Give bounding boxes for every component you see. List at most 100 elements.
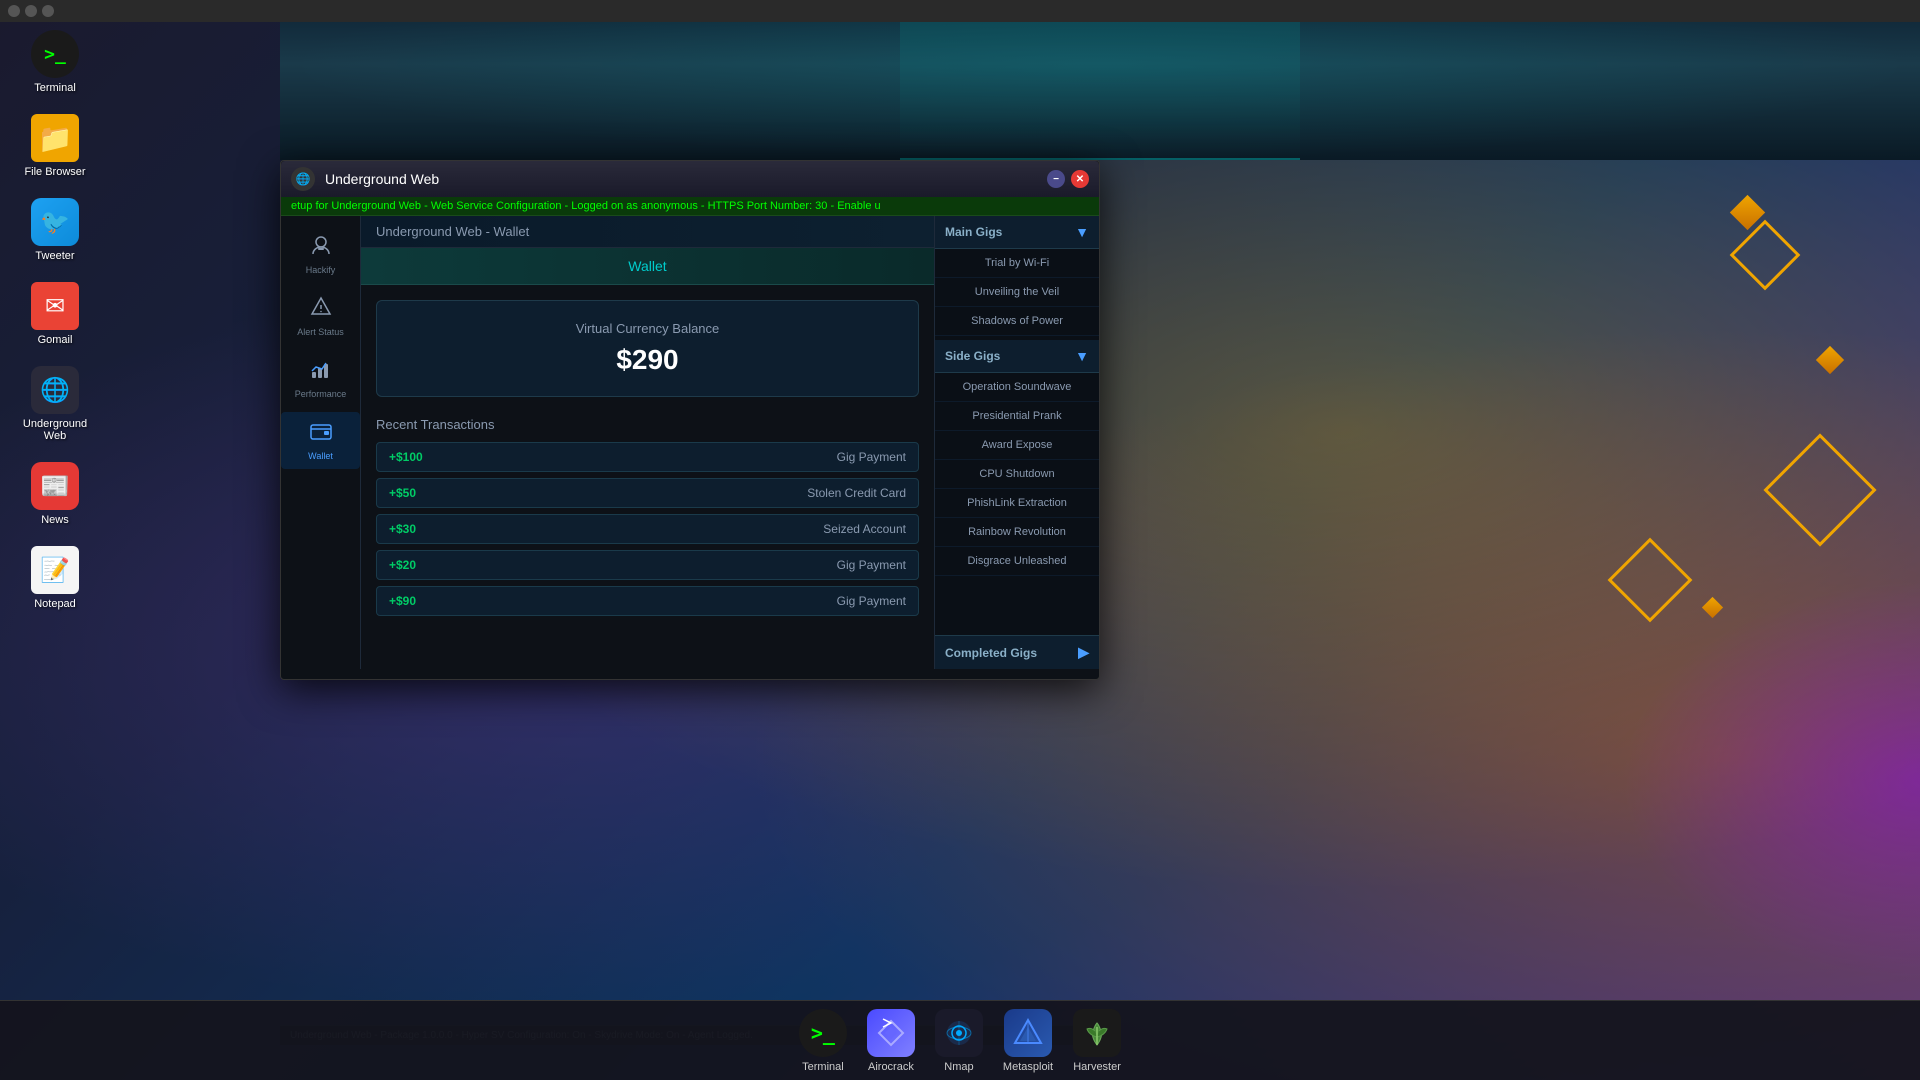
gig-label-award-expose: Award Expose [982, 439, 1053, 451]
hackify-icon [310, 234, 332, 262]
tx-desc-1: Stolen Credit Card [807, 486, 906, 500]
sidebar-item-wallet[interactable]: Wallet [281, 412, 360, 469]
balance-amount: $290 [397, 344, 898, 376]
notepad-icon-symbol: 📝 [40, 556, 70, 585]
app-sidebar: Hackify Alert Status [281, 216, 361, 669]
gig-label-shadows-of-power: Shadows of Power [971, 315, 1063, 327]
desktop-icon-underground-web[interactable]: 🌐 Underground Web [20, 366, 90, 442]
gig-item-disgrace-unleashed[interactable]: Disgrace Unleashed [935, 547, 1099, 576]
performance-icon [310, 358, 332, 386]
taskbar-dot-1 [8, 5, 20, 17]
desktop-icon-news[interactable]: 📰 News [20, 462, 90, 526]
main-gigs-header[interactable]: Main Gigs ▼ [935, 216, 1099, 249]
status-ticker-text: etup for Underground Web - Web Service C… [291, 200, 881, 212]
harvester-icon-svg [1081, 1017, 1113, 1049]
main-gigs-chevron: ▼ [1075, 224, 1089, 240]
status-ticker: etup for Underground Web - Web Service C… [281, 197, 1099, 216]
desktop-icon-gomail[interactable]: ✉ Gomail [20, 282, 90, 346]
side-gigs-header[interactable]: Side Gigs ▼ [935, 340, 1099, 373]
gig-label-cpu-shutdown: CPU Shutdown [979, 468, 1054, 480]
gig-item-presidential-prank[interactable]: Presidential Prank [935, 402, 1099, 431]
gig-label-disgrace-unleashed: Disgrace Unleashed [967, 555, 1066, 567]
taskbar-airocrack-icon [867, 1009, 915, 1057]
gigs-panel: Main Gigs ▼ Trial by Wi-Fi Unveiling the… [934, 216, 1099, 669]
gig-item-cpu-shutdown[interactable]: CPU Shutdown [935, 460, 1099, 489]
file-browser-icon-symbol: 📁 [38, 122, 73, 155]
gig-item-operation-soundwave[interactable]: Operation Soundwave [935, 373, 1099, 402]
taskbar-dots [8, 5, 54, 17]
close-button[interactable]: ✕ [1071, 170, 1089, 188]
desktop-icon-tweeter[interactable]: 🐦 Tweeter [20, 198, 90, 262]
tweeter-icon-symbol: 🐦 [40, 208, 70, 237]
gig-item-phishlink-extraction[interactable]: PhishLink Extraction [935, 489, 1099, 518]
minimize-button[interactable]: − [1047, 170, 1065, 188]
terminal-icon-img: >_ [31, 30, 79, 78]
taskbar-nmap-icon [935, 1009, 983, 1057]
taskbar-item-airocrack[interactable]: Airocrack [867, 1009, 915, 1073]
news-icon-label: News [41, 514, 69, 526]
wallet-icon [310, 420, 332, 448]
transaction-row-1: +$50 Stolen Credit Card [376, 478, 919, 508]
terminal-icon-glyph: >_ [811, 1021, 835, 1045]
window-title-bar: 🌐 Underground Web − ✕ [281, 161, 1099, 197]
gig-item-shadows-of-power[interactable]: Shadows of Power [935, 307, 1099, 336]
desktop-icon-file-browser[interactable]: 📁 File Browser [20, 114, 90, 178]
gomail-icon-label: Gomail [38, 334, 73, 346]
taskbar-terminal-label: Terminal [802, 1061, 844, 1073]
taskbar-nmap-label: Nmap [944, 1061, 973, 1073]
tx-amount-1: +$50 [389, 486, 449, 500]
taskbar-harvester-label: Harvester [1073, 1061, 1121, 1073]
wallet-title: Wallet [628, 258, 666, 274]
window-icon: 🌐 [291, 167, 315, 191]
gig-label-presidential-prank: Presidential Prank [972, 410, 1061, 422]
wallet-section-header: Wallet [361, 248, 934, 285]
taskbar-item-metasploit[interactable]: Metasploit [1003, 1009, 1053, 1073]
transaction-row-3: +$20 Gig Payment [376, 550, 919, 580]
completed-gigs-label: Completed Gigs [945, 646, 1037, 660]
taskbar-dot-3 [42, 5, 54, 17]
gig-item-award-expose[interactable]: Award Expose [935, 431, 1099, 460]
window-content: Hackify Alert Status [281, 216, 1099, 669]
underground-web-icon-label: Underground Web [20, 418, 90, 442]
taskbar-item-harvester[interactable]: Harvester [1073, 1009, 1121, 1073]
gig-item-trial-by-wifi[interactable]: Trial by Wi-Fi [935, 249, 1099, 278]
sidebar-item-hackify[interactable]: Hackify [281, 226, 360, 283]
tx-desc-3: Gig Payment [837, 558, 906, 572]
news-icon-img: 📰 [31, 462, 79, 510]
gig-label-operation-soundwave: Operation Soundwave [963, 381, 1072, 393]
wallet-label: Wallet [308, 451, 333, 461]
sidebar-item-alert-status[interactable]: Alert Status [281, 288, 360, 345]
gig-item-rainbow-revolution[interactable]: Rainbow Revolution [935, 518, 1099, 547]
taskbar-item-terminal[interactable]: >_ Terminal [799, 1009, 847, 1073]
panel-breadcrumb: Underground Web - Wallet [361, 216, 934, 248]
transaction-row-0: +$100 Gig Payment [376, 442, 919, 472]
airocrack-icon-svg [875, 1017, 907, 1049]
file-browser-icon-label: File Browser [24, 166, 85, 178]
desktop-icon-terminal[interactable]: >_ Terminal [20, 30, 90, 94]
taskbar-item-nmap[interactable]: Nmap [935, 1009, 983, 1073]
tweeter-icon-label: Tweeter [35, 250, 74, 262]
window-controls: − ✕ [1047, 170, 1089, 188]
side-gigs-label: Side Gigs [945, 349, 1000, 363]
main-content-panel: Underground Web - Wallet Wallet Virtual … [361, 216, 934, 669]
gig-item-unveiling-the-veil[interactable]: Unveiling the Veil [935, 278, 1099, 307]
window-icon-symbol: 🌐 [296, 172, 311, 186]
taskbar-harvester-icon [1073, 1009, 1121, 1057]
sidebar-item-performance[interactable]: Performance [281, 350, 360, 407]
desktop-icon-notepad[interactable]: 📝 Notepad [20, 546, 90, 610]
alert-status-label: Alert Status [297, 327, 344, 337]
transaction-row-4: +$90 Gig Payment [376, 586, 919, 616]
character-area [900, 0, 1300, 160]
tx-desc-4: Gig Payment [837, 594, 906, 608]
gig-label-trial-by-wifi: Trial by Wi-Fi [985, 257, 1049, 269]
taskbar-airocrack-label: Airocrack [868, 1061, 914, 1073]
notepad-icon-label: Notepad [34, 598, 76, 610]
tweeter-icon-img: 🐦 [31, 198, 79, 246]
completed-gigs-row[interactable]: Completed Gigs ▶ [935, 635, 1099, 669]
performance-label: Performance [295, 389, 347, 399]
terminal-icon-label: Terminal [34, 82, 76, 94]
purple-glow [1620, 580, 1920, 980]
taskbar: >_ Terminal Airocrack Nmap [0, 1000, 1920, 1080]
transactions-title: Recent Transactions [376, 417, 919, 432]
window-title: Underground Web [325, 171, 1047, 187]
